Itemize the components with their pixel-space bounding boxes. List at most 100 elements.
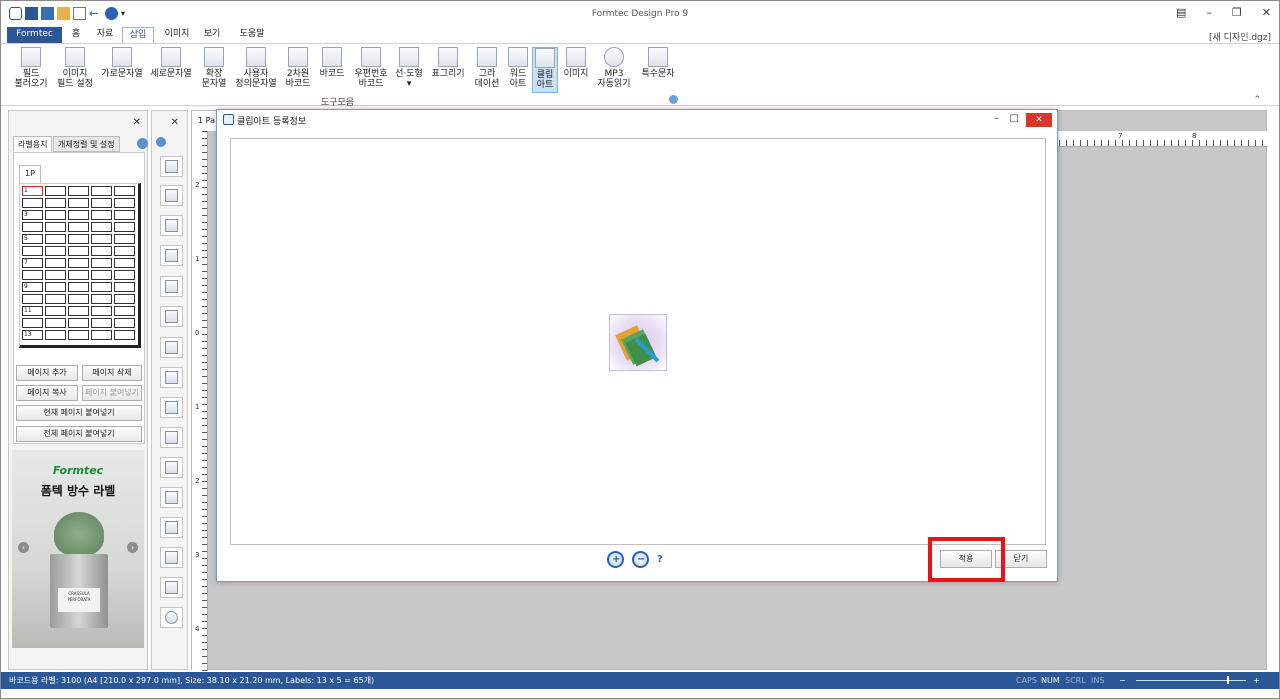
ribbon-collapse-icon[interactable]: ⌃ xyxy=(1253,95,1261,105)
tab-formtec[interactable]: Formtec xyxy=(7,27,62,43)
label-cell[interactable] xyxy=(45,330,66,340)
extended-text-button[interactable]: 확장 문자열 xyxy=(199,47,229,89)
tab-data[interactable]: 자료 xyxy=(93,27,117,43)
label-cell[interactable] xyxy=(22,270,43,280)
label-cell[interactable] xyxy=(68,222,89,232)
label-cell[interactable] xyxy=(114,258,135,268)
label-cell[interactable] xyxy=(68,318,89,328)
add-page-button[interactable]: 페이지 추가 xyxy=(16,365,78,381)
label-cell[interactable] xyxy=(68,330,89,340)
label-cell[interactable] xyxy=(114,186,135,196)
minimize-icon[interactable]: – xyxy=(1206,6,1212,19)
mp3-tool[interactable] xyxy=(160,607,183,628)
label-cell[interactable] xyxy=(68,294,89,304)
image-field-tool[interactable] xyxy=(160,185,183,206)
label-cell[interactable] xyxy=(45,294,66,304)
ribbon-display-icon[interactable]: ▤ xyxy=(1176,6,1186,19)
label-cell[interactable] xyxy=(91,210,112,220)
wordart-button[interactable]: 워드 아트 xyxy=(506,47,530,89)
table-button[interactable]: 표그리기 xyxy=(431,47,465,79)
label-cell[interactable]: 5 xyxy=(22,234,43,244)
zoom-minus-icon[interactable]: − xyxy=(1119,672,1126,689)
tab-view[interactable]: 보기 xyxy=(201,27,223,43)
clipart-tool[interactable] xyxy=(160,547,183,568)
barcode-button[interactable]: 바코드 xyxy=(318,47,346,79)
label-cell[interactable] xyxy=(114,282,135,292)
field-load-button[interactable]: 필드 불러오기 xyxy=(11,47,51,89)
label-cell[interactable] xyxy=(45,210,66,220)
label-cell[interactable] xyxy=(91,246,112,256)
label-cell[interactable] xyxy=(22,294,43,304)
label-cell[interactable] xyxy=(22,318,43,328)
label-cell[interactable] xyxy=(114,234,135,244)
mp3-button[interactable]: MP3 자동읽기 xyxy=(596,47,632,89)
dialog-close-icon[interactable]: ✕ xyxy=(1026,113,1052,127)
delete-page-button[interactable]: 페이지 삭제 xyxy=(82,365,142,381)
label-cell[interactable] xyxy=(45,222,66,232)
special-char-button[interactable]: 특수문자 xyxy=(638,47,678,79)
label-cell[interactable] xyxy=(114,222,135,232)
label-cell[interactable]: 3 xyxy=(22,210,43,220)
label-cell[interactable] xyxy=(45,258,66,268)
postal-barcode-tool[interactable] xyxy=(160,397,183,418)
dialog-launcher-icon[interactable] xyxy=(669,95,678,104)
paste-current-page-button[interactable]: 현재 페이지 붙여넣기 xyxy=(16,405,142,421)
label-cell[interactable] xyxy=(68,246,89,256)
restore-icon[interactable]: ❐ xyxy=(1232,6,1242,19)
label-cell[interactable] xyxy=(22,246,43,256)
custom-text-tool[interactable] xyxy=(160,306,183,327)
postal-barcode-button[interactable]: 우편번호 바코드 xyxy=(353,47,389,89)
ad-next-icon[interactable]: › xyxy=(127,542,138,553)
label-cell[interactable] xyxy=(45,246,66,256)
barcode-tool[interactable] xyxy=(160,367,183,388)
label-cell[interactable] xyxy=(114,246,135,256)
label-cell[interactable] xyxy=(91,306,112,316)
tool-panel-close-icon[interactable]: ✕ xyxy=(171,117,179,128)
zoom-slider-thumb[interactable] xyxy=(1227,676,1229,684)
label-cell[interactable] xyxy=(45,198,66,208)
qr-code-button[interactable]: 2차원 바코드 xyxy=(284,47,312,89)
dialog-minimize-icon[interactable]: – xyxy=(994,113,999,124)
label-cell[interactable] xyxy=(45,282,66,292)
label-cell[interactable]: 7 xyxy=(22,258,43,268)
extended-text-tool[interactable] xyxy=(160,276,183,297)
image-tool[interactable] xyxy=(160,577,183,598)
label-cell[interactable] xyxy=(114,210,135,220)
zoom-in-icon[interactable]: + xyxy=(607,551,624,568)
paste-page-button[interactable]: 페이지 붙여넣기 xyxy=(82,385,142,401)
tab-home[interactable]: 홈 xyxy=(67,27,85,43)
zoom-slider[interactable] xyxy=(1136,680,1246,681)
label-cell[interactable] xyxy=(91,234,112,244)
close-icon[interactable]: ✕ xyxy=(1262,6,1271,19)
label-cell[interactable] xyxy=(91,294,112,304)
horizontal-text-button[interactable]: 가로문자열 xyxy=(101,47,143,79)
label-cell[interactable]: 1 xyxy=(22,186,43,196)
page-tab[interactable]: 1P xyxy=(19,165,41,183)
tab-object-align[interactable]: 개체정렬 및 설정 xyxy=(53,136,120,152)
qr-code-tool[interactable] xyxy=(160,337,183,358)
panel-close-icon[interactable]: ✕ xyxy=(133,117,141,128)
label-cell[interactable] xyxy=(114,330,135,340)
label-cell[interactable] xyxy=(114,306,135,316)
label-cell[interactable] xyxy=(68,306,89,316)
tab-insert[interactable]: 삽입 xyxy=(122,27,154,43)
label-cell[interactable] xyxy=(45,306,66,316)
custom-text-button[interactable]: 사용자 정의문자열 xyxy=(234,47,278,89)
label-cell[interactable] xyxy=(91,186,112,196)
horizontal-text-tool[interactable] xyxy=(160,215,183,236)
gradient-button[interactable]: 그라 데이션 xyxy=(473,47,501,89)
label-cell[interactable] xyxy=(45,186,66,196)
panel-arrow-icon[interactable] xyxy=(137,138,148,149)
tab-label-paper[interactable]: 라벨용지 xyxy=(13,136,53,152)
zoom-out-icon[interactable]: − xyxy=(632,551,649,568)
tab-image[interactable]: 이미지 xyxy=(161,27,193,43)
field-load-tool[interactable] xyxy=(160,156,183,177)
advertisement-banner[interactable]: Formtec 폼텍 방수 라벨 CRASSULA PERFORATA ‹ › xyxy=(12,450,144,648)
label-cell[interactable] xyxy=(68,234,89,244)
label-cell[interactable] xyxy=(114,294,135,304)
copy-page-button[interactable]: 페이지 복사 xyxy=(16,385,78,401)
label-cell[interactable] xyxy=(45,318,66,328)
paste-all-pages-button[interactable]: 전체 페이지 붙여넣기 xyxy=(16,426,142,442)
help-icon[interactable]: ? xyxy=(657,554,663,565)
tool-panel-arrow-icon[interactable] xyxy=(156,137,166,147)
